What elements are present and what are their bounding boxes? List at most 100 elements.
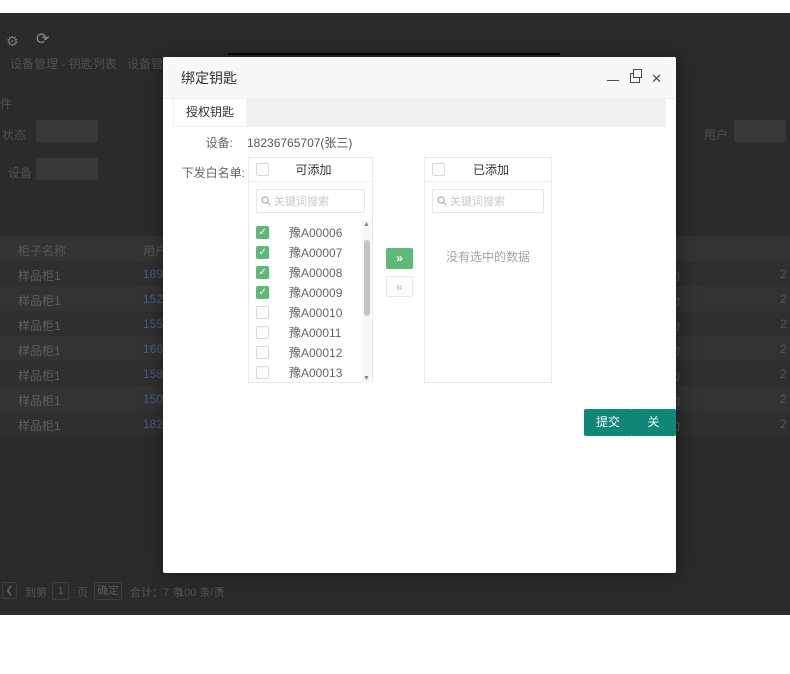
user-cell[interactable]: 150 (143, 392, 163, 406)
item-label: 豫A00008 (289, 265, 343, 280)
cabinet-name-cell: 样品柜1 (18, 294, 61, 308)
bg-device-filter-label: 设备 (8, 166, 33, 180)
right-fragment-cell: 2 (780, 417, 787, 431)
tab-authorize-key[interactable]: 授权钥匙 (174, 99, 246, 126)
submit-button[interactable]: 提交 (584, 409, 633, 436)
pagination-total: 合计：7 条 (130, 587, 184, 599)
scroll-down-icon[interactable]: ▼ (362, 374, 371, 383)
bg-status-filter-label: 状态 (2, 128, 27, 142)
bg-user-filter-label: 用户 (704, 128, 729, 142)
added-panel-title: 已添加 (472, 163, 509, 177)
available-search-input[interactable]: 关键词搜索 (256, 189, 365, 213)
refresh-icon[interactable]: ⟳ (36, 32, 49, 48)
item-checkbox[interactable] (256, 305, 269, 319)
bg-status-filter-input[interactable] (36, 120, 98, 142)
close-icon[interactable]: ✕ (651, 72, 662, 85)
added-select-all-checkbox[interactable] (432, 163, 445, 176)
modal-titlebar: 绑定钥匙 ✕ (163, 57, 676, 99)
transfer-panel-available: 可添加 关键词搜索 豫A00006豫A00007豫A00008豫A00009豫A… (248, 157, 373, 383)
key-list-item[interactable]: 豫A00009 (249, 282, 372, 302)
key-list-item[interactable]: 豫A00011 (249, 322, 372, 342)
user-cell[interactable]: 152 (143, 292, 163, 306)
right-fragment-cell: 2 (780, 267, 787, 281)
key-list-item[interactable]: 豫A00008 (249, 262, 372, 282)
key-list-item[interactable]: 豫A00006 (249, 222, 372, 242)
search-icon (437, 196, 447, 206)
item-label: 豫A00011 (289, 325, 342, 340)
pagination-page-input[interactable]: 1 (52, 582, 69, 600)
key-list-item[interactable]: 豫A00010 (249, 302, 372, 322)
bg-col-cabinet-name: 柜子名称 (18, 244, 67, 258)
transfer-forward-button[interactable]: » (386, 248, 413, 269)
cabinet-name-cell: 样品柜1 (18, 269, 61, 283)
scrollbar[interactable]: ▲ ▼ (362, 220, 371, 383)
key-list-item[interactable]: 豫A00013 (249, 362, 372, 382)
item-checkbox[interactable] (256, 225, 269, 239)
added-search-wrap: 关键词搜索 (425, 182, 551, 220)
cabinet-name-cell: 样品柜1 (18, 419, 61, 433)
scrollbar-thumb[interactable] (363, 240, 370, 316)
caption-strip: 2 将钥匙编号移入“已添加”列表提交即可 (0, 615, 790, 674)
bind-key-modal: 绑定钥匙 ✕ 授权钥匙 设备: 18236765707(张三) 下发白名单: 可… (163, 57, 676, 573)
bg-user-filter-input[interactable] (734, 120, 786, 142)
bg-device-filter-input[interactable] (36, 158, 98, 180)
key-list-item[interactable]: 豫A00007 (249, 242, 372, 262)
item-checkbox[interactable] (256, 245, 269, 259)
available-list: 豫A00006 豫A00007 豫A00008 豫A00009 豫A00010 豫A000… (249, 220, 372, 384)
item-label: 豫A00010 (289, 305, 343, 320)
user-cell[interactable]: 189 (143, 267, 163, 281)
added-search-input[interactable]: 关键词搜索 (432, 189, 544, 213)
tab-underline (228, 53, 560, 55)
cabinet-name-cell: 样品柜1 (18, 319, 61, 333)
cabinet-name-cell: 样品柜1 (18, 394, 61, 408)
maximize-icon[interactable] (630, 69, 643, 83)
bg-tab-key-list[interactable]: 设备管理 - 钥匙列表 (10, 55, 117, 72)
available-search-wrap: 关键词搜索 (249, 182, 372, 220)
added-search-placeholder: 关键词搜索 (450, 196, 505, 208)
cabinet-name-cell: 样品柜1 (18, 369, 61, 383)
item-checkbox[interactable] (256, 265, 269, 279)
item-label: 豫A00009 (289, 285, 343, 300)
user-cell[interactable]: 158 (143, 367, 163, 381)
minimize-icon[interactable] (607, 79, 620, 81)
modal-tabbar: 授权钥匙 (173, 98, 666, 127)
pagination-page-suffix: 页 (77, 587, 88, 599)
item-checkbox[interactable] (256, 325, 269, 339)
transfer-panel-added: 已添加 关键词搜索 没有选中的数据 (424, 157, 552, 383)
device-label: 设备: (205, 136, 233, 150)
right-fragment-cell: 2 (780, 317, 787, 331)
available-panel-header: 可添加 (249, 158, 372, 182)
key-list-item[interactable]: 豫A00012 (249, 342, 372, 362)
user-cell[interactable]: 166 (143, 342, 163, 356)
cabinet-name-cell: 样品柜1 (18, 344, 61, 358)
whitelist-label: 下发白名单: (181, 166, 245, 180)
right-fragment-cell: 2 (780, 367, 787, 381)
gear-icon[interactable]: ⚙ (6, 34, 19, 48)
item-checkbox[interactable] (256, 285, 269, 299)
transfer-backward-button[interactable]: « (386, 276, 413, 297)
item-checkbox[interactable] (256, 365, 269, 379)
device-row: 设备: 18236765707(张三) (163, 134, 676, 150)
right-fragment-cell: 2 (780, 342, 787, 356)
screenshot-stage: ⚙ ⟳ 设备管理 - 钥匙列表 设备管理 - 设备列表 件 状态 用户 设备 柜… (0, 0, 790, 674)
added-panel-header: 已添加 (425, 158, 551, 182)
pagination-prev-button[interactable]: ❮ (2, 582, 17, 599)
item-label: 豫A00006 (289, 225, 343, 240)
item-label: 豫A00007 (289, 245, 343, 260)
right-fragment-cell: 2 (780, 292, 787, 306)
available-panel-title: 可添加 (295, 163, 332, 177)
added-empty-text: 没有选中的数据 (445, 250, 530, 264)
user-cell[interactable]: 155 (143, 317, 163, 331)
bg-partial-text: 件 (0, 97, 13, 111)
chevron-down-icon[interactable]: ▼ (216, 586, 224, 595)
pagination-confirm-button[interactable]: 确定 (94, 582, 122, 600)
pagination-goto-label: 到第 (25, 587, 47, 599)
search-icon (261, 196, 271, 206)
close-button[interactable]: 关闭 (631, 409, 676, 456)
user-cell[interactable]: 182 (143, 417, 163, 431)
available-select-all-checkbox[interactable] (256, 163, 269, 176)
item-checkbox[interactable] (256, 345, 269, 359)
modal-title: 绑定钥匙 (181, 70, 237, 86)
item-label: 豫A00012 (289, 345, 343, 360)
scroll-up-icon[interactable]: ▲ (362, 220, 371, 229)
